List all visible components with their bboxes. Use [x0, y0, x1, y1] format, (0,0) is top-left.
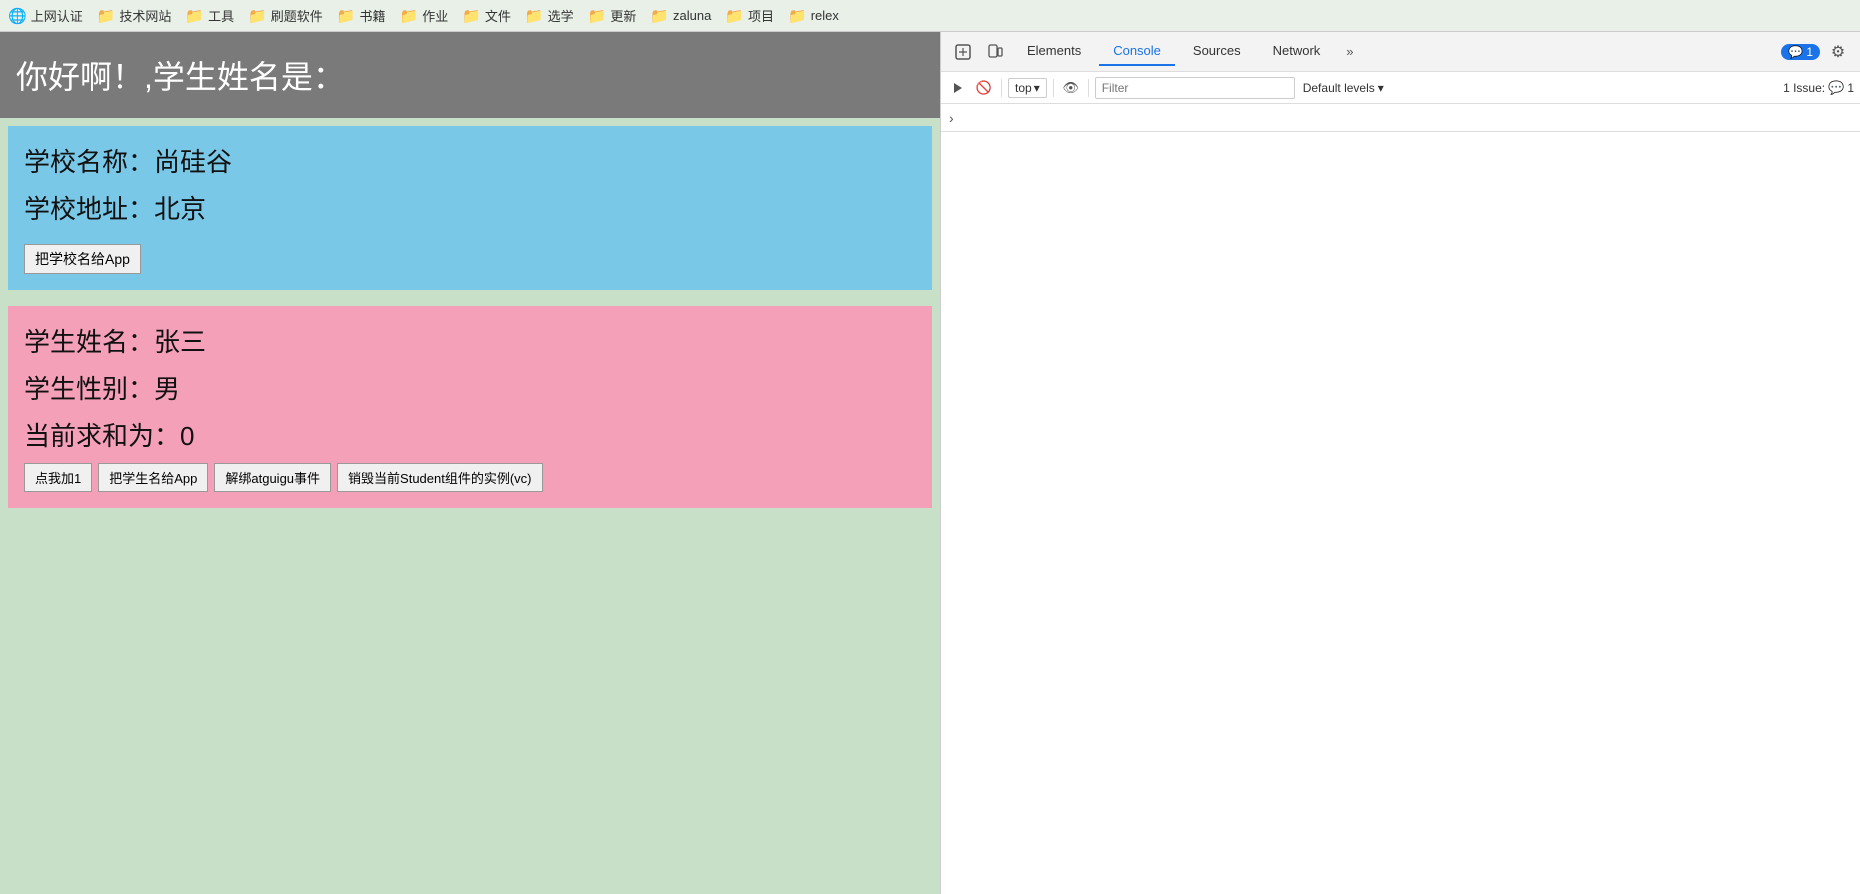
folder-icon-9: 📁: [650, 7, 669, 25]
console-block-button[interactable]: 🚫: [973, 77, 995, 99]
school-address-text: 学校地址：北京: [24, 189, 916, 226]
student-sum-text: 当前求和为：0: [24, 416, 916, 453]
bookmark-label: 书籍: [360, 6, 386, 25]
page-header-text: 你好啊！,学生姓名是：: [16, 59, 345, 95]
folder-icon-5: 📁: [400, 7, 419, 25]
bookmark-xuanxue[interactable]: 📁 选学: [525, 6, 574, 25]
bookmark-label: 刷题软件: [271, 6, 323, 25]
page-area: 你好啊！,学生姓名是： 学校名称：尚硅谷 学校地址：北京 把学校名给App 学生…: [0, 32, 940, 894]
bookmark-label: 选学: [548, 6, 574, 25]
unbind-atguigu-button[interactable]: 解绑atguigu事件: [214, 463, 331, 492]
console-run-button[interactable]: [947, 77, 969, 99]
devtools-settings-button[interactable]: ⚙: [1824, 38, 1852, 66]
school-section: 学校名称：尚硅谷 学校地址：北京 把学校名给App: [8, 126, 932, 290]
default-levels-button[interactable]: Default levels ▾: [1299, 79, 1388, 97]
devtools-console-row: ›: [941, 104, 1860, 132]
tab-network[interactable]: Network: [1259, 37, 1335, 66]
folder-icon-2: 📁: [185, 7, 204, 25]
bookmark-label: 更新: [610, 6, 636, 25]
bookmark-label: 文件: [485, 6, 511, 25]
bookmark-xiangmu[interactable]: 📁 项目: [725, 6, 774, 25]
badge-count: 1: [1806, 45, 1813, 59]
folder-icon-7: 📁: [525, 7, 544, 25]
console-eye-button[interactable]: 👁: [1060, 77, 1082, 99]
student-gender-text: 学生性别：男: [24, 369, 916, 406]
devtools-more-button[interactable]: »: [1338, 40, 1361, 63]
chevron-down-icon-2: ▾: [1378, 81, 1384, 95]
student-buttons: 点我加1 把学生名给App 解绑atguigu事件 销毁当前Student组件的…: [24, 463, 916, 492]
devtools-badge: 💬 1: [1781, 44, 1820, 60]
bookmark-label: relex: [811, 8, 839, 23]
bookmark-label: 作业: [422, 6, 448, 25]
tab-elements[interactable]: Elements: [1013, 37, 1095, 66]
issues-icon: 💬: [1828, 80, 1844, 96]
student-name-to-app-button[interactable]: 把学生名给App: [98, 463, 208, 492]
main-area: 你好啊！,学生姓名是： 学校名称：尚硅谷 学校地址：北京 把学校名给App 学生…: [0, 32, 1860, 894]
top-frame-selector[interactable]: top ▾: [1008, 78, 1047, 98]
bookmark-label: 工具: [208, 6, 234, 25]
chevron-right-icon[interactable]: ›: [949, 110, 954, 126]
devtools-console-toolbar: 🚫 top ▾ 👁 Default levels ▾ 1 Issue: 💬 1: [941, 72, 1860, 104]
issues-count: 1: [1847, 81, 1854, 95]
school-name-text: 学校名称：尚硅谷: [24, 142, 916, 179]
devtools-inspect-button[interactable]: [949, 38, 977, 66]
folder-icon-10: 📁: [725, 7, 744, 25]
bookmark-wenjian[interactable]: 📁 文件: [462, 6, 511, 25]
bookmark-label: 上网认证: [31, 6, 83, 25]
bookmark-label: 技术网站: [119, 6, 171, 25]
bookmark-shangwang[interactable]: 🌐 上网认证: [8, 6, 83, 25]
folder-icon-8: 📁: [588, 7, 607, 25]
chevron-down-icon: ▾: [1034, 81, 1040, 95]
tab-console[interactable]: Console: [1099, 37, 1175, 66]
bookmark-jishu[interactable]: 📁 技术网站: [97, 6, 172, 25]
folder-icon-6: 📁: [462, 7, 481, 25]
bookmark-gongju[interactable]: 📁 工具: [185, 6, 234, 25]
page-header: 你好啊！,学生姓名是：: [0, 32, 940, 118]
bookmark-label: zaluna: [673, 8, 711, 23]
devtools-toolbar: Elements Console Sources Network » 💬 1 ⚙: [941, 32, 1860, 72]
student-name-text: 学生姓名：张三: [24, 322, 916, 359]
folder-icon-3: 📁: [248, 7, 267, 25]
console-divider-2: [1053, 79, 1054, 97]
issues-label: 1 Issue:: [1783, 81, 1825, 95]
folder-icon-11: 📁: [788, 7, 807, 25]
bookmark-relex[interactable]: 📁 relex: [788, 7, 839, 25]
increment-button[interactable]: 点我加1: [24, 463, 92, 492]
bookmark-shiji[interactable]: 📁 书籍: [337, 6, 386, 25]
bookmark-gengxin[interactable]: 📁 更新: [588, 6, 637, 25]
devtools-device-button[interactable]: [981, 38, 1009, 66]
top-label: top: [1015, 81, 1032, 95]
console-divider-3: [1088, 79, 1089, 97]
bookmarks-bar: 🌐 上网认证 📁 技术网站 📁 工具 📁 刷题软件 📁 书籍 📁 作业 📁 文件…: [0, 0, 1860, 32]
folder-icon-4: 📁: [337, 7, 356, 25]
devtools-content: [941, 132, 1860, 894]
student-section: 学生姓名：张三 学生性别：男 当前求和为：0 点我加1 把学生名给App 解绑a…: [8, 306, 932, 508]
school-name-to-app-button[interactable]: 把学校名给App: [24, 244, 141, 274]
tab-sources[interactable]: Sources: [1179, 37, 1255, 66]
default-levels-label: Default levels: [1303, 81, 1375, 95]
bookmark-label: 项目: [748, 6, 774, 25]
destroy-student-button[interactable]: 销毁当前Student组件的实例(vc): [337, 463, 542, 492]
folder-icon-1: 📁: [97, 7, 116, 25]
console-filter-input[interactable]: [1095, 77, 1295, 99]
issues-badge: 1 Issue: 💬 1: [1783, 80, 1854, 96]
bookmark-zuoye[interactable]: 📁 作业: [400, 6, 449, 25]
web-icon: 🌐: [8, 7, 27, 25]
console-divider: [1001, 79, 1002, 97]
bookmark-zaluna[interactable]: 📁 zaluna: [650, 7, 711, 25]
bookmark-shuti[interactable]: 📁 刷题软件: [248, 6, 323, 25]
chat-icon: 💬: [1788, 45, 1803, 59]
devtools-panel: Elements Console Sources Network » 💬 1 ⚙…: [940, 32, 1860, 894]
